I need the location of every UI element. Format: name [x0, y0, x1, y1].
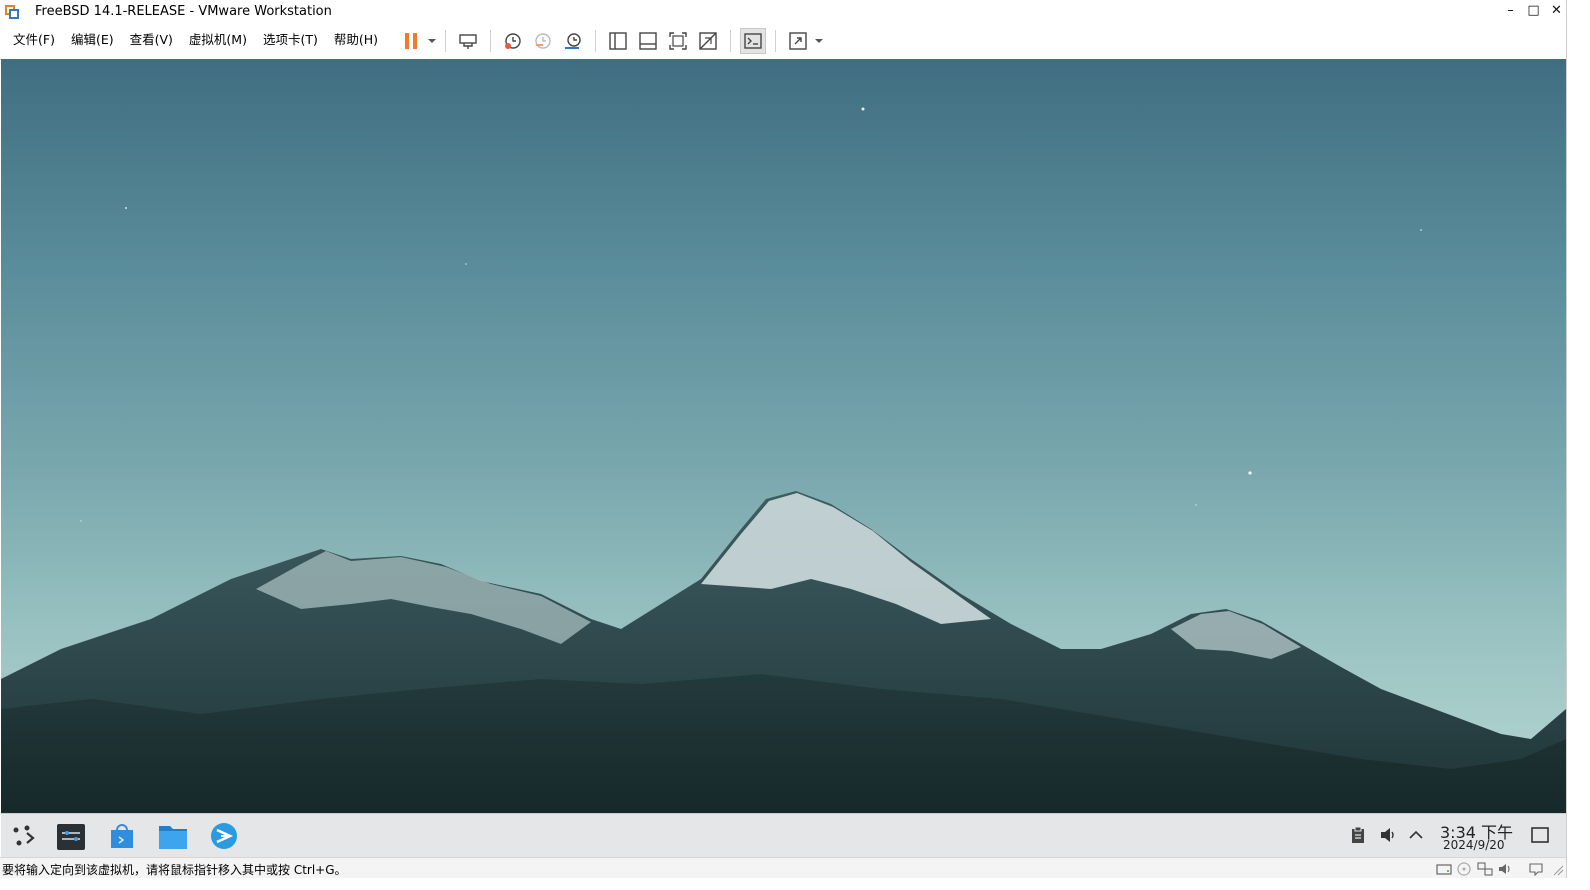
toolbar-separator	[490, 30, 492, 52]
web-browser-icon[interactable]	[208, 820, 240, 852]
status-message: 要将输入定向到该虚拟机，请将鼠标指针移入其中或按 Ctrl+G。	[2, 863, 347, 877]
expand-tray-icon[interactable]	[1405, 824, 1427, 846]
pause-icon[interactable]	[398, 28, 424, 54]
menu-vm[interactable]: 虚拟机(M)	[181, 23, 255, 59]
library-view-icon[interactable]	[605, 28, 631, 54]
menu-view[interactable]: 查看(V)	[122, 23, 181, 59]
resize-grip-icon[interactable]	[1550, 861, 1566, 876]
software-store-icon[interactable]	[106, 820, 138, 852]
clipboard-icon[interactable]	[1347, 824, 1369, 846]
system-settings-icon[interactable]	[55, 820, 87, 852]
vmware-logo-icon[interactable]	[4, 4, 20, 20]
window-right-edge	[1566, 0, 1590, 890]
toolbar-separator	[775, 30, 777, 52]
volume-icon[interactable]	[1377, 824, 1399, 846]
menu-edit[interactable]: 编辑(E)	[63, 23, 122, 59]
send-keys-icon[interactable]	[455, 28, 481, 54]
stretch-icon[interactable]	[785, 28, 811, 54]
revert-snapshot-icon[interactable]	[530, 28, 556, 54]
console-view-icon[interactable]	[740, 28, 767, 54]
file-manager-icon[interactable]	[157, 820, 189, 852]
clock-date: 2024/9/20	[1443, 838, 1505, 852]
menu-file[interactable]: 文件(F)	[5, 23, 63, 59]
message-icon[interactable]	[1528, 861, 1544, 877]
power-dropdown-icon[interactable]	[426, 38, 438, 44]
toolbar-separator	[595, 30, 597, 52]
stretch-dropdown-icon[interactable]	[813, 38, 825, 44]
menu-tabs[interactable]: 选项卡(T)	[255, 23, 326, 59]
close-button[interactable]: ✕	[1545, 0, 1568, 23]
menu-toolbar: 文件(F) 编辑(E) 查看(V) 虚拟机(M) 选项卡(T) 帮助(H)	[0, 23, 1568, 60]
hard-disk-icon[interactable]	[1436, 861, 1452, 875]
toolbar-separator	[730, 30, 732, 52]
minimize-button[interactable]: –	[1499, 0, 1522, 23]
window-title: FreeBSD 14.1-RELEASE - VMware Workstatio…	[35, 4, 332, 19]
maximize-button[interactable]: □	[1522, 0, 1545, 23]
vm-display[interactable]	[1, 59, 1566, 813]
toolbar-separator	[445, 30, 447, 52]
window-bottom-edge	[0, 878, 1590, 890]
snapshot-icon[interactable]	[500, 28, 526, 54]
fullscreen-icon[interactable]	[665, 28, 691, 54]
status-bar: 要将输入定向到该虚拟机，请将鼠标指针移入其中或按 Ctrl+G。	[0, 857, 1568, 879]
unity-icon[interactable]	[695, 28, 721, 54]
sound-card-icon[interactable]	[1498, 861, 1514, 875]
show-desktop-icon[interactable]	[1529, 824, 1551, 846]
app-launcher-icon[interactable]	[7, 820, 39, 852]
mountain-wallpaper	[1, 107, 1566, 813]
thumbnail-view-icon[interactable]	[635, 28, 661, 54]
network-icon[interactable]	[1477, 861, 1493, 876]
guest-taskbar: 3:34 下午 2024/9/20	[1, 813, 1566, 857]
snapshot-manager-icon[interactable]	[560, 28, 586, 54]
title-bar: FreeBSD 14.1-RELEASE - VMware Workstatio…	[0, 0, 1568, 23]
menu-help[interactable]: 帮助(H)	[326, 23, 386, 59]
cd-dvd-icon[interactable]	[1456, 861, 1472, 876]
